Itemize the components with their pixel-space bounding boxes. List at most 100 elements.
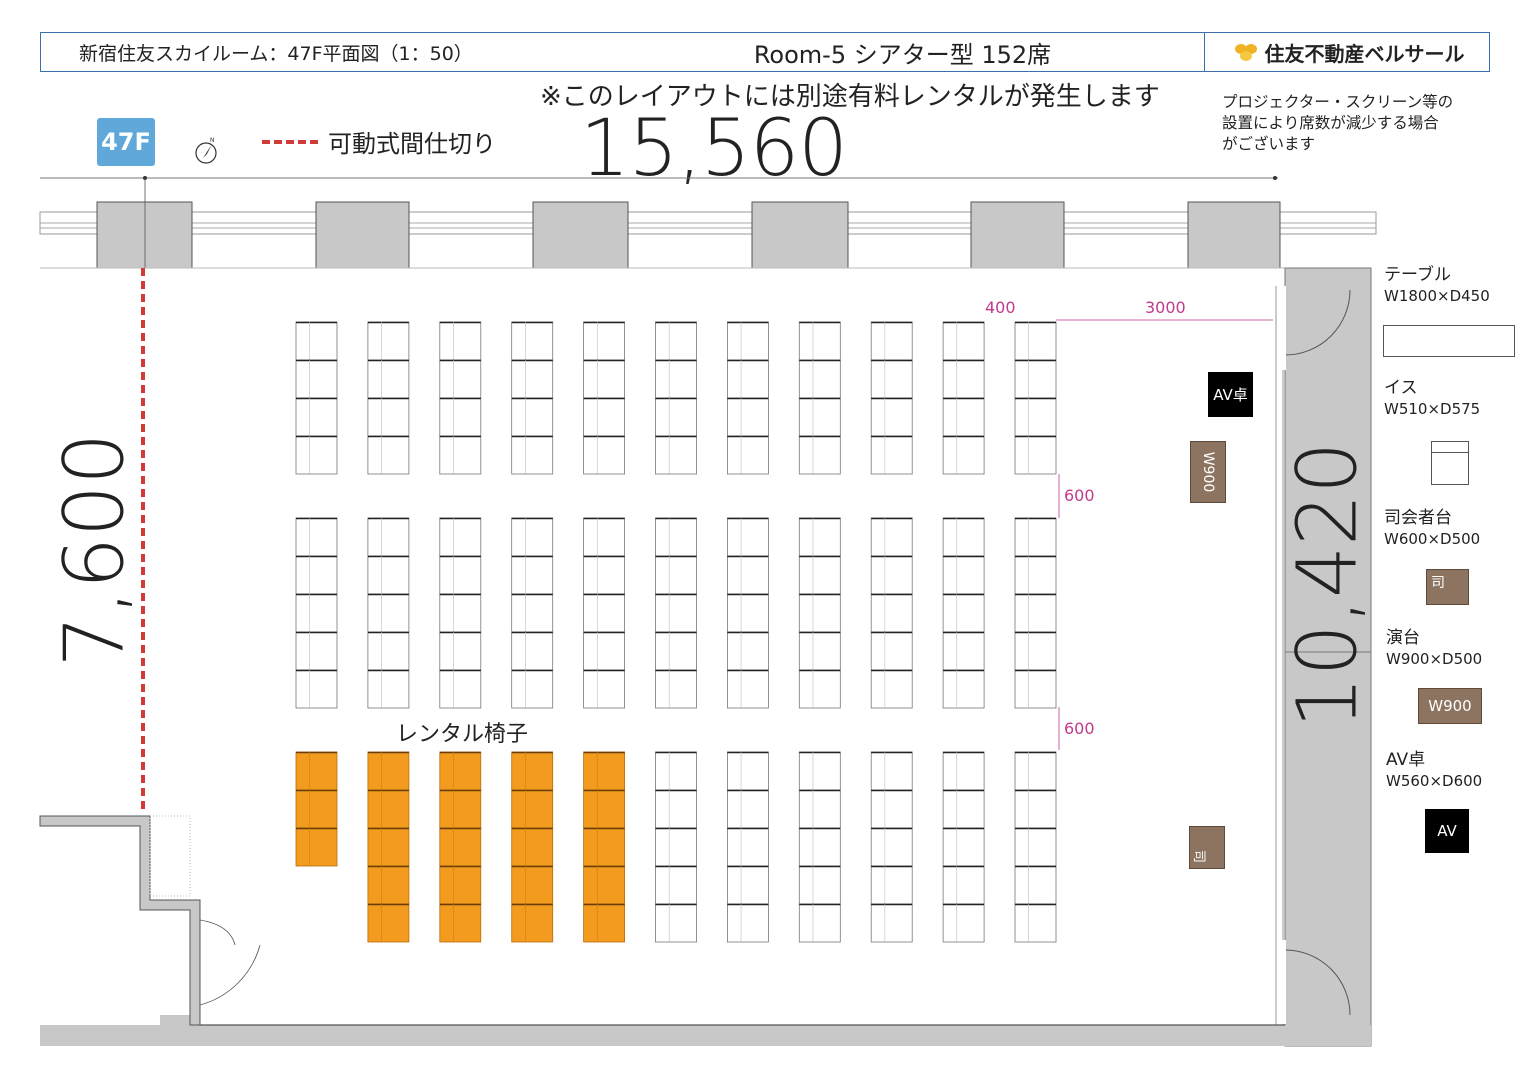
rental-chair: [295, 789, 338, 829]
chair: [798, 827, 841, 867]
rental-chair: [511, 865, 554, 905]
chair: [295, 631, 338, 671]
chair: [511, 593, 554, 633]
rental-chair: [583, 751, 625, 791]
chair: [511, 435, 554, 475]
chair: [870, 593, 913, 633]
chair: [295, 669, 338, 709]
chair: [511, 359, 554, 399]
dimension-left-height: 7,600: [40, 433, 150, 668]
rental-chair: [439, 903, 482, 943]
chair: [1014, 903, 1057, 943]
dimension-aisle-1: 600: [1064, 486, 1095, 505]
chair: [942, 865, 985, 905]
chair: [583, 435, 625, 475]
rental-chairs-label: レンタル椅子: [396, 722, 529, 747]
av-desk: AV卓: [1208, 372, 1253, 417]
rental-chair: [583, 865, 625, 905]
chair: [511, 517, 554, 557]
chair: [583, 321, 625, 361]
chair: [655, 827, 697, 867]
chair: [655, 903, 697, 943]
chair: [439, 669, 482, 709]
legend-chair-size: W510×D575: [1384, 400, 1481, 418]
chair: [727, 593, 769, 633]
chair: [1014, 321, 1057, 361]
chair: [1014, 397, 1057, 437]
chair: [511, 669, 554, 709]
seating-area: [295, 321, 1057, 943]
chair: [583, 669, 625, 709]
dimension-right-value: 10,420: [1280, 441, 1376, 729]
chair: [655, 321, 697, 361]
rental-chair: [511, 903, 554, 943]
chair: [439, 517, 482, 557]
chair: [655, 397, 697, 437]
chair: [1014, 751, 1057, 791]
chair: [942, 321, 985, 361]
chair: [798, 865, 841, 905]
chair: [727, 397, 769, 437]
chair: [295, 555, 338, 595]
chair: [367, 435, 410, 475]
legend-chair: イス W510×D575: [1384, 378, 1480, 420]
legend-mc-size: W600×D500: [1384, 530, 1481, 548]
rental-chair: [583, 789, 625, 829]
legend-mc: 司会者台 W600×D500: [1384, 508, 1480, 550]
podium-label: W900: [1200, 451, 1216, 493]
rental-chair: [367, 827, 410, 867]
chair: [727, 435, 769, 475]
dimension-400: 400: [985, 298, 1016, 317]
rental-chair: [367, 789, 410, 829]
chair: [870, 751, 913, 791]
legend-table-size: W1800×D450: [1384, 287, 1490, 305]
chair: [942, 903, 985, 943]
mc-stand-label: 司: [1191, 849, 1207, 864]
chair: [511, 397, 554, 437]
chair: [798, 555, 841, 595]
chair: [295, 593, 338, 633]
chair: [727, 669, 769, 709]
chair: [655, 359, 697, 399]
chair: [439, 397, 482, 437]
chair: [798, 751, 841, 791]
legend-chair-swatch: [1431, 441, 1469, 485]
chair: [295, 359, 338, 399]
chair: [798, 397, 841, 437]
chair: [583, 517, 625, 557]
rental-chair: [439, 751, 482, 791]
chair: [367, 631, 410, 671]
chair: [1014, 435, 1057, 475]
chair: [727, 517, 769, 557]
chair: [367, 555, 410, 595]
chair: [655, 517, 697, 557]
chair: [655, 593, 697, 633]
chair: [439, 593, 482, 633]
chair: [727, 789, 769, 829]
chair: [655, 669, 697, 709]
chair: [295, 321, 338, 361]
chair: [870, 397, 913, 437]
chair: [727, 865, 769, 905]
chair: [798, 669, 841, 709]
legend-av-size: W560×D600: [1386, 772, 1483, 790]
chair: [870, 517, 913, 557]
chair: [367, 669, 410, 709]
chair: [942, 555, 985, 595]
legend-av-swatch: AV: [1425, 809, 1469, 853]
chair: [727, 359, 769, 399]
chair: [942, 397, 985, 437]
chair: [870, 789, 913, 829]
chair: [870, 435, 913, 475]
dimension-aisle-2: 600: [1064, 719, 1095, 738]
chair: [1014, 517, 1057, 557]
chair: [439, 555, 482, 595]
chair: [511, 321, 554, 361]
chair: [1014, 865, 1057, 905]
chair: [942, 435, 985, 475]
chair: [367, 397, 410, 437]
chair: [942, 359, 985, 399]
chair: [727, 827, 769, 867]
chair: [1014, 789, 1057, 829]
rental-chair: [511, 751, 554, 791]
